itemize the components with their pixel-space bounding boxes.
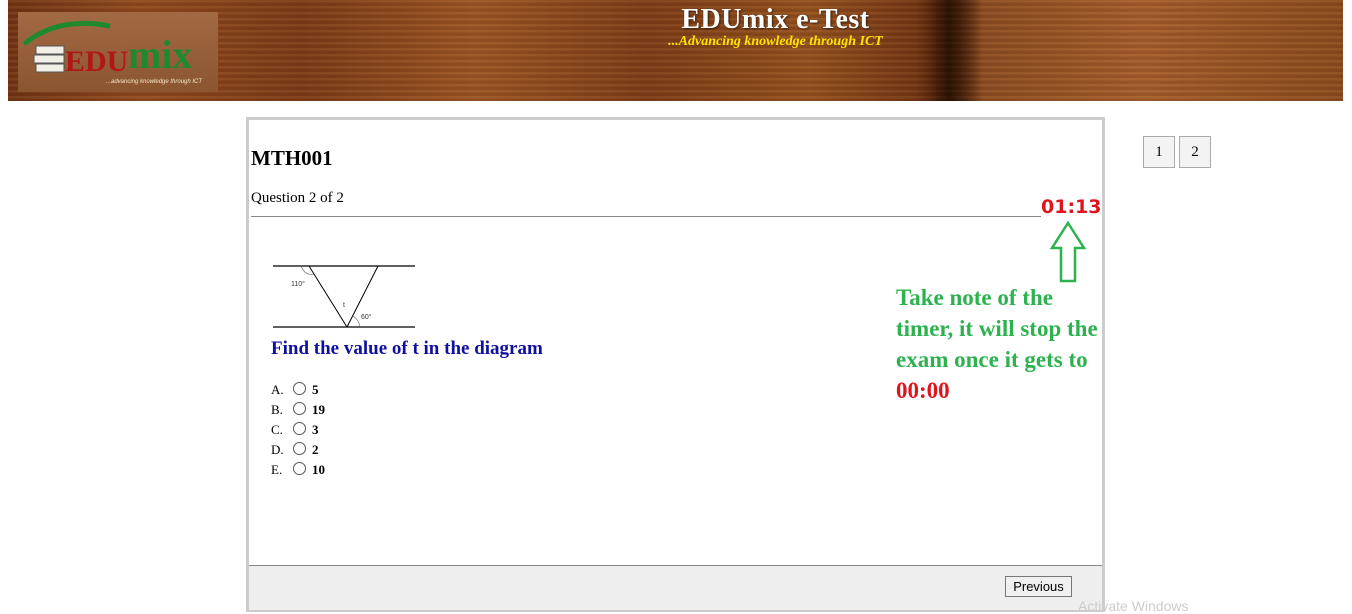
angle-arc-bottom	[352, 315, 361, 328]
exam-panel: MTH001 Question 2 of 2 01:13 110° t 60° …	[246, 117, 1105, 612]
logo-tagline: ...advancing knowledge through ICT	[106, 79, 203, 85]
option-value: 2	[312, 442, 319, 457]
question-count: Question 2 of 2	[251, 190, 344, 206]
option-value: 5	[312, 382, 319, 397]
angle-label-top: 110°	[291, 280, 305, 288]
arrow-up-icon	[1049, 220, 1087, 283]
question-nav-2[interactable]: 2	[1179, 136, 1211, 168]
radio-button[interactable]	[293, 441, 306, 455]
option-c[interactable]: C. 3	[271, 420, 325, 440]
radio-button[interactable]	[293, 401, 306, 415]
option-letter: A.	[271, 382, 284, 397]
timer-note: Take note of the timer, it will stop the…	[896, 282, 1106, 406]
radio-button[interactable]	[293, 461, 306, 475]
book-icon	[33, 54, 65, 64]
option-value: 19	[312, 402, 325, 417]
header-banner: EDU mix ...advancing knowledge through I…	[8, 0, 1343, 101]
site-title: EDUmix e-Test	[681, 4, 870, 35]
divider	[251, 216, 1041, 217]
option-e[interactable]: E. 10	[271, 460, 325, 480]
option-letter: D.	[271, 442, 284, 457]
option-letter: E.	[271, 462, 283, 477]
previous-button[interactable]: Previous	[1005, 576, 1072, 597]
answer-options: A. 5 B. 19 C. 3 D. 2 E. 10	[271, 380, 325, 480]
option-d[interactable]: D. 2	[271, 440, 325, 460]
radio-button[interactable]	[293, 421, 306, 435]
option-a[interactable]: A. 5	[271, 380, 325, 400]
option-b[interactable]: B. 19	[271, 400, 325, 420]
question-diagram: 110° t 60°	[273, 265, 415, 328]
site-tagline: ...Advancing knowledge through ICT	[668, 34, 883, 49]
countdown-timer: 01:13	[1041, 196, 1102, 218]
exam-footer: Previous	[249, 565, 1102, 610]
angle-label-unknown: t	[343, 302, 345, 309]
option-value: 3	[312, 422, 319, 437]
timer-note-text: Take note of the timer, it will stop the…	[896, 285, 1098, 372]
question-text: Find the value of t in the diagram	[271, 338, 543, 359]
timer-note-time: 00:00	[896, 378, 950, 403]
activate-windows-watermark: Activate Windows	[1078, 598, 1189, 614]
book-icon	[35, 63, 65, 73]
angle-label-bottom: 60°	[361, 313, 372, 321]
radio-button[interactable]	[293, 381, 306, 395]
option-value: 10	[312, 462, 325, 477]
transversal-left	[308, 265, 348, 328]
option-letter: C.	[271, 422, 283, 437]
question-nav-1[interactable]: 1	[1143, 136, 1175, 168]
course-code: MTH001	[251, 146, 333, 170]
option-letter: B.	[271, 402, 283, 417]
